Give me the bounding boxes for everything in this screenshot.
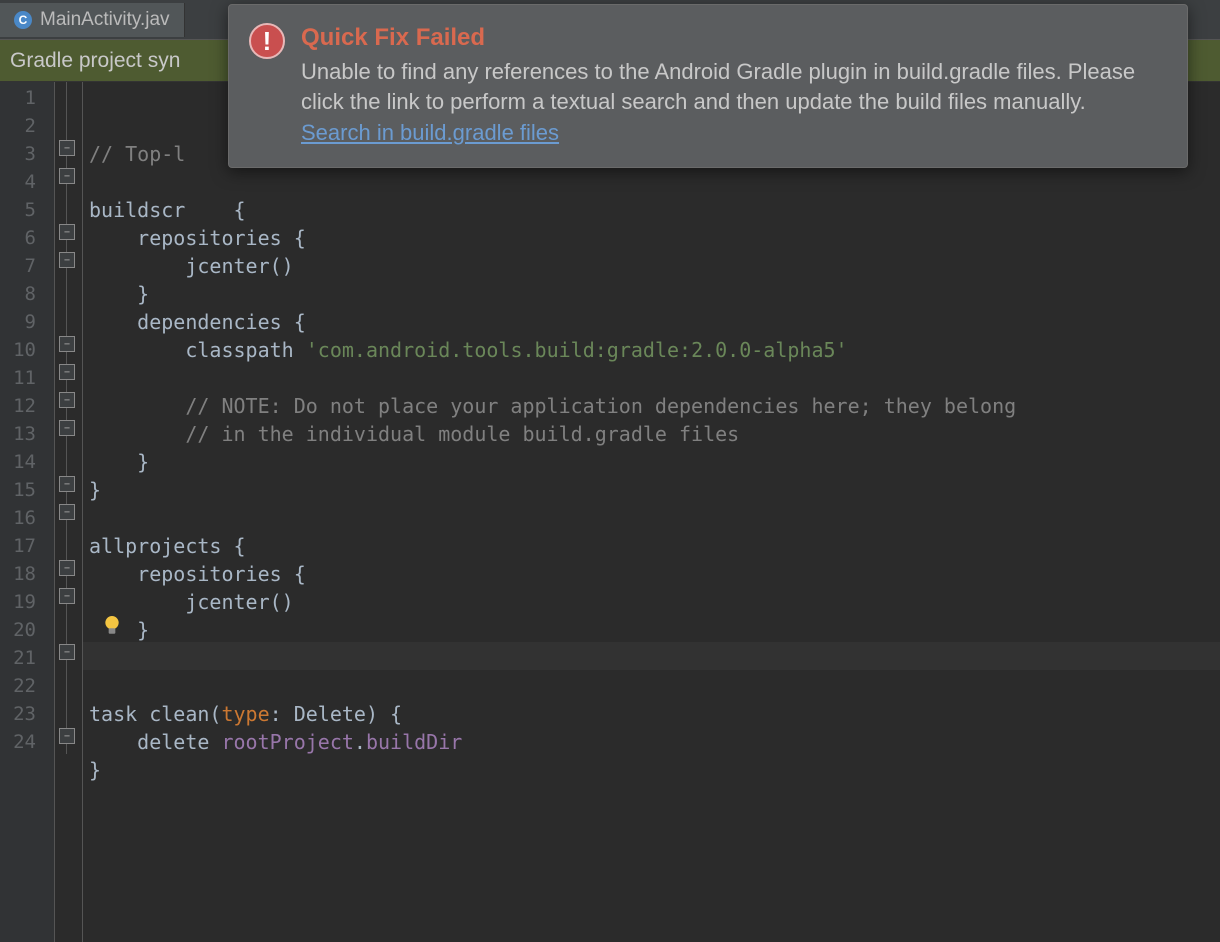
fold-toggle-icon[interactable]: −	[59, 392, 75, 408]
line-number: 3	[0, 140, 36, 168]
popup-title: Quick Fix Failed	[301, 21, 1167, 55]
code-text: jcenter()	[89, 590, 294, 614]
fold-toggle-icon[interactable]: −	[59, 140, 75, 156]
fold-toggle-icon[interactable]: −	[59, 364, 75, 380]
fold-toggle-icon[interactable]: −	[59, 560, 75, 576]
code-keyword: type	[221, 702, 269, 726]
line-number: 10	[0, 336, 36, 364]
error-icon: !	[249, 23, 285, 59]
line-number: 23	[0, 700, 36, 728]
code-content[interactable]: // Top-l buildscr { repositories { jcent…	[83, 82, 1220, 942]
line-number: 19	[0, 588, 36, 616]
fold-column: − − − − − − − − − − − − − −	[55, 82, 83, 942]
line-number: 9	[0, 308, 36, 336]
code-text: : Delete) {	[270, 702, 402, 726]
code-property: buildDir	[366, 730, 462, 754]
tab-label: MainActivity.jav	[40, 9, 170, 31]
intention-bulb-icon[interactable]	[103, 616, 121, 636]
class-file-icon: C	[14, 11, 32, 29]
popup-message: Unable to find any references to the And…	[301, 57, 1167, 119]
fold-toggle-icon[interactable]: −	[59, 224, 75, 240]
error-popup: ! Quick Fix Failed Unable to find any re…	[228, 4, 1188, 168]
line-number: 11	[0, 364, 36, 392]
line-number: 24	[0, 728, 36, 756]
fold-toggle-icon[interactable]: −	[59, 728, 75, 744]
code-text: delete	[89, 730, 221, 754]
code-text: task clean(	[89, 702, 221, 726]
code-text: {	[234, 198, 246, 222]
fold-toggle-icon[interactable]: −	[59, 504, 75, 520]
line-number: 12	[0, 392, 36, 420]
fold-toggle-icon[interactable]: −	[59, 168, 75, 184]
code-text: buildscr	[89, 198, 185, 222]
line-number: 17	[0, 532, 36, 560]
line-number: 16	[0, 504, 36, 532]
code-text: }	[89, 758, 101, 782]
line-number: 22	[0, 672, 36, 700]
line-number: 2	[0, 112, 36, 140]
code-text: dependencies {	[89, 310, 306, 334]
fold-toggle-icon[interactable]: −	[59, 476, 75, 492]
line-number: 4	[0, 168, 36, 196]
code-property: rootProject	[221, 730, 353, 754]
line-number: 5	[0, 196, 36, 224]
line-number: 8	[0, 280, 36, 308]
fold-toggle-icon[interactable]: −	[59, 644, 75, 660]
code-text: .	[354, 730, 366, 754]
code-text: allprojects {	[89, 534, 246, 558]
line-number: 6	[0, 224, 36, 252]
line-number-gutter: 123456789101112131415161718192021222324	[0, 82, 55, 942]
code-comment: // Top-l	[89, 142, 185, 166]
code-text: }	[89, 282, 149, 306]
code-comment: // in the individual module build.gradle…	[89, 422, 739, 446]
line-number: 1	[0, 84, 36, 112]
code-text: repositories {	[89, 226, 306, 250]
line-number: 15	[0, 476, 36, 504]
line-number: 20	[0, 616, 36, 644]
line-number: 14	[0, 448, 36, 476]
code-comment: // NOTE: Do not place your application d…	[89, 394, 1016, 418]
fold-toggle-icon[interactable]: −	[59, 336, 75, 352]
editor-area: 123456789101112131415161718192021222324 …	[0, 82, 1220, 942]
current-line-highlight	[83, 642, 1220, 670]
line-number: 18	[0, 560, 36, 588]
code-text: }	[89, 450, 149, 474]
search-gradle-link[interactable]: Search in build.gradle files	[301, 120, 559, 145]
line-number: 21	[0, 644, 36, 672]
code-string: 'com.android.tools.build:gradle:2.0.0-al…	[306, 338, 848, 362]
code-text: }	[89, 478, 101, 502]
code-text: repositories {	[89, 562, 306, 586]
line-number: 7	[0, 252, 36, 280]
code-text: jcenter()	[89, 254, 294, 278]
code-text: classpath	[89, 338, 306, 362]
fold-toggle-icon[interactable]: −	[59, 588, 75, 604]
popup-body: Quick Fix Failed Unable to find any refe…	[301, 21, 1167, 149]
fold-toggle-icon[interactable]: −	[59, 252, 75, 268]
tab-main-activity[interactable]: C MainActivity.jav	[0, 3, 185, 37]
banner-text: Gradle project syn	[10, 49, 180, 73]
line-number: 13	[0, 420, 36, 448]
fold-toggle-icon[interactable]: −	[59, 420, 75, 436]
